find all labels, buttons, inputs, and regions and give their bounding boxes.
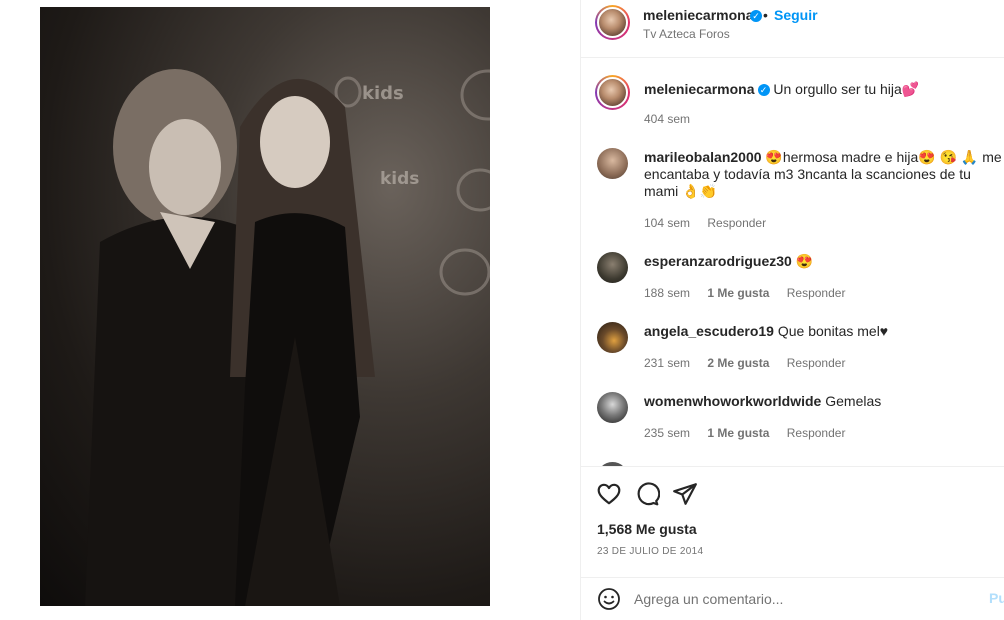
caption-time[interactable]: 404 sem [644,112,690,126]
post-location[interactable]: Tv Azteca Foros [643,27,730,41]
reply-button[interactable]: Responder [787,426,846,440]
comment-username[interactable]: womenwhoworkworldwide [644,393,821,409]
comment-likes[interactable]: 1 Me gusta [707,426,769,440]
post-details-panel: meleniecarmona ✓ • Seguir Tv Azteca Foro… [580,0,1004,620]
comment-time[interactable]: 188 sem [644,286,690,300]
header-separator: • [763,7,768,23]
verified-badge-icon: ✓ [750,10,762,22]
comment-item: angela_escudero19 Que bonitas mel♥ [644,323,1004,340]
comment-username[interactable]: marileobalan2000 [644,149,762,165]
add-comment-bar: Pu [581,577,1004,620]
follow-button[interactable]: Seguir [774,7,818,23]
caption: meleniecarmona ✓ Un orgullo ser tu hija💕 [644,81,1004,98]
comments-list[interactable]: meleniecarmona ✓ Un orgullo ser tu hija💕 … [581,59,1004,467]
comment-text: Gemelas [825,393,882,409]
svg-text:kids: kids [380,169,419,189]
comment-item: esperanzarodriguez30 😍 [644,253,1004,270]
comment-avatar[interactable] [597,392,628,423]
reply-button[interactable]: Responder [707,216,766,230]
comment-avatar[interactable] [597,252,628,283]
emoji-icon[interactable] [597,587,621,611]
comment-username[interactable]: esperanzarodriguez30 [644,253,792,269]
svg-text:kids: kids [362,83,404,104]
comment-avatar[interactable] [597,322,628,353]
post-comment-button[interactable]: Pu [989,590,1004,606]
comment-text: 😍 [795,253,814,269]
comment-likes[interactable]: 1 Me gusta [707,286,769,300]
comment-time[interactable]: 235 sem [644,426,690,440]
share-icon[interactable] [672,481,698,507]
comment-username[interactable]: angela_escudero19 [644,323,774,339]
author-avatar[interactable] [595,5,630,40]
comment-avatar[interactable] [597,462,628,466]
comment-icon[interactable] [634,481,660,507]
comment-meta: 231 sem 2 Me gusta Responder [644,356,859,370]
comment-meta: 188 sem 1 Me gusta Responder [644,286,859,300]
post-media-panel: kids kids [0,0,580,620]
caption-meta: 404 sem [644,112,704,126]
comment-time[interactable]: 104 sem [644,216,690,230]
comment-meta: 104 sem Responder [644,216,780,230]
caption-avatar[interactable] [595,75,630,110]
comment-likes[interactable]: 2 Me gusta [707,356,769,370]
heart-icon[interactable] [596,481,622,507]
post-date[interactable]: 23 DE JULIO DE 2014 [597,546,703,557]
author-username[interactable]: meleniecarmona [643,7,754,23]
verified-badge-icon: ✓ [757,84,770,97]
reply-button[interactable]: Responder [787,356,846,370]
post-photo[interactable]: kids kids [40,7,490,606]
caption-username[interactable]: meleniecarmona [644,81,755,97]
post-header: meleniecarmona ✓ • Seguir Tv Azteca Foro… [581,0,1004,58]
comment-avatar[interactable] [597,148,628,179]
comment-meta: 235 sem 1 Me gusta Responder [644,426,859,440]
caption-text: Un orgullo ser tu hija💕 [773,81,920,97]
comment-time[interactable]: 231 sem [644,356,690,370]
comment-item: womenwhoworkworldwide Gemelas [644,393,1004,410]
comment-item: marileobalan2000 😍hermosa madre e hija😍 … [644,149,1004,200]
comment-text: Que bonitas mel♥ [777,323,889,339]
likes-count[interactable]: 1,568 Me gusta [597,521,697,537]
reply-button[interactable]: Responder [787,286,846,300]
comment-input[interactable] [634,587,974,611]
